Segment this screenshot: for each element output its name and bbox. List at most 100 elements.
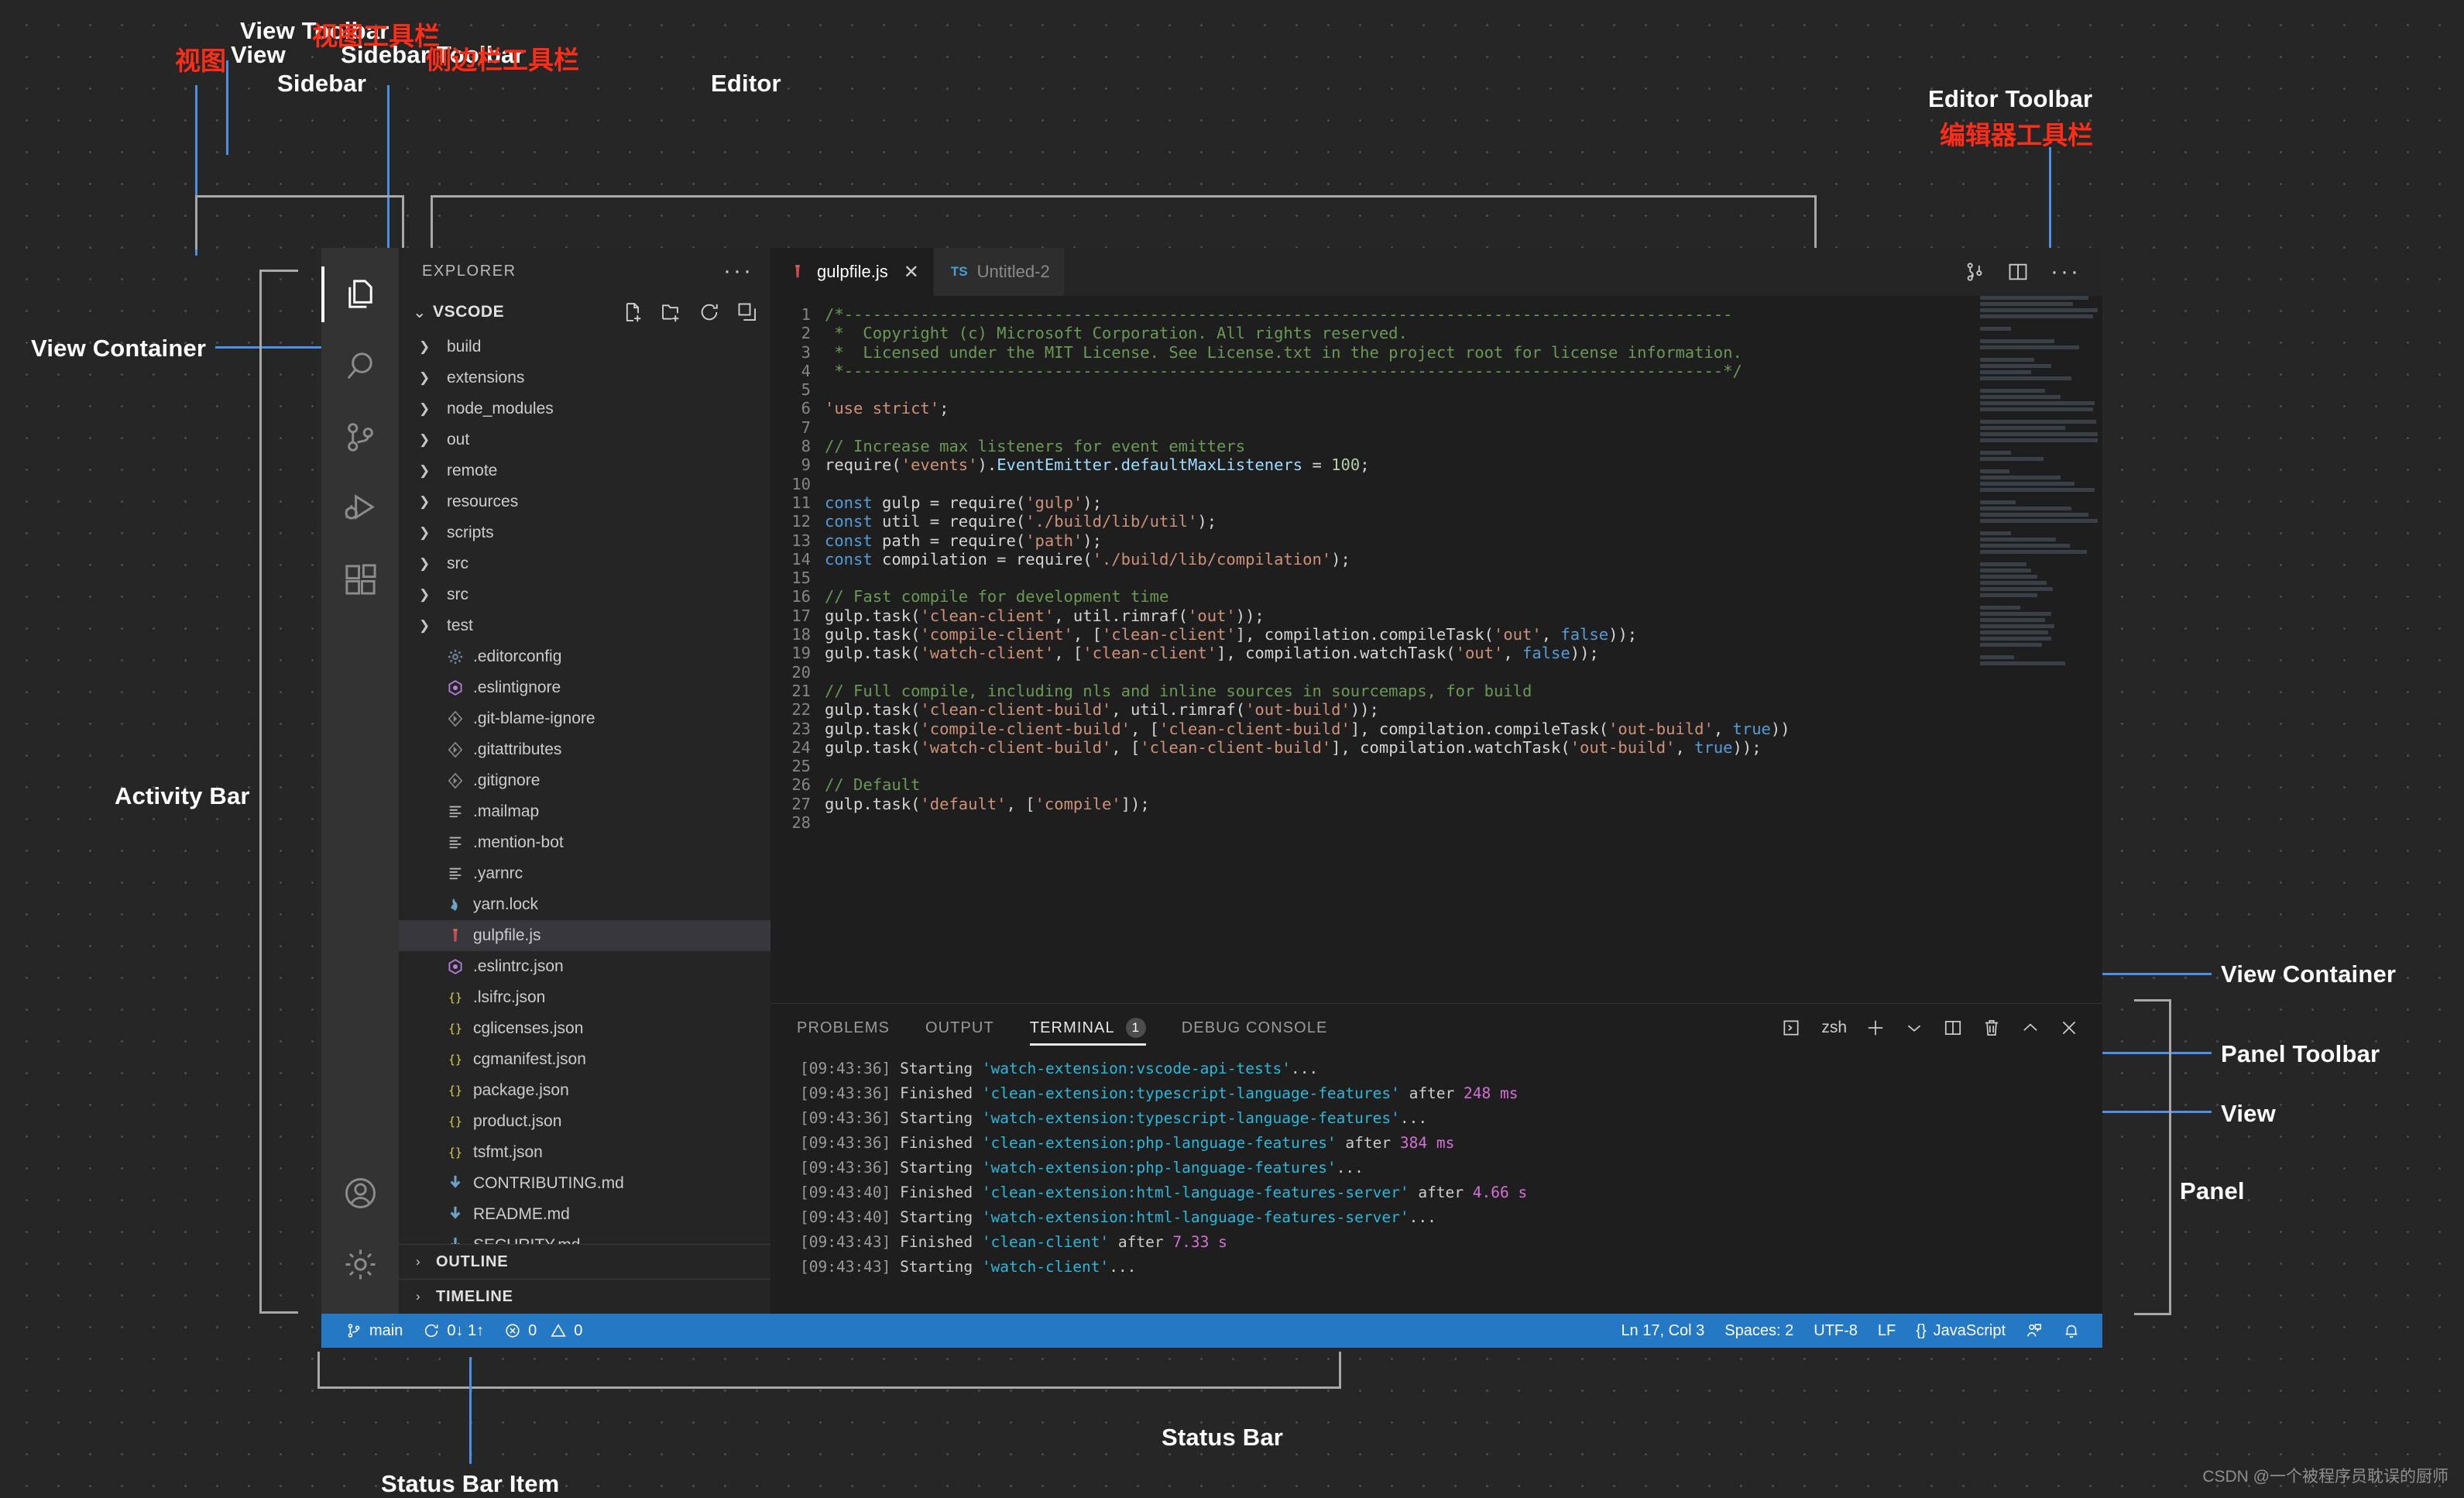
sidebar-section-outline[interactable]: › OUTLINE — [399, 1244, 770, 1279]
file-tree-item-label: .lsifrc.json — [473, 988, 546, 1006]
sidebar-item-search[interactable] — [321, 330, 399, 401]
explorer-section-header[interactable]: ⌄ VSCODE — [399, 294, 770, 330]
code-line: const compilation = require('./build/lib… — [825, 550, 1971, 569]
accounts-button[interactable] — [321, 1157, 399, 1228]
code-token: 'compile' — [1035, 794, 1121, 813]
leader-line-statusbar-item — [469, 1357, 472, 1464]
minimap-line — [1980, 432, 2098, 436]
status-bar-item-feedback[interactable] — [2016, 1314, 2053, 1348]
file-tree-item[interactable]: ❯ build — [399, 332, 770, 362]
file-tree-item[interactable]: ❯ remote — [399, 455, 770, 486]
status-bar-item-sync[interactable]: 0↓ 1↑ — [413, 1314, 494, 1348]
terminal-output[interactable]: [09:43:36] Starting 'watch-extension:vsc… — [770, 1052, 2102, 1314]
code-token: 'out-build' — [1608, 719, 1714, 738]
file-tree-item[interactable]: .mailmap — [399, 796, 770, 827]
terminal-icon[interactable] — [1781, 1018, 1801, 1038]
file-tree-item[interactable]: ❯ node_modules — [399, 393, 770, 424]
file-tree-item[interactable]: .eslintignore — [399, 672, 770, 703]
code-token: './build/lib/util' — [1025, 512, 1198, 531]
status-bar-item-cursor-position[interactable]: Ln 17, Col 3 — [1611, 1314, 1714, 1348]
more-actions-icon[interactable]: ··· — [2050, 260, 2081, 283]
file-tree-item[interactable]: ❯ src — [399, 548, 770, 579]
terminal-line: [09:43:36] Finished 'clean-extension:php… — [800, 1131, 2102, 1156]
minimap-line — [1980, 500, 2016, 504]
file-tree[interactable]: ❯ build ❯ extensions ❯ node_modules ❯ out ❯ remot… — [399, 330, 770, 1244]
file-tree-item[interactable]: .gitignore — [399, 765, 770, 796]
file-tree-item[interactable]: ❯ scripts — [399, 517, 770, 548]
terminal-shell-label[interactable]: zsh — [1821, 1019, 1847, 1037]
bracket-activitybar-top — [259, 270, 298, 272]
sidebar-item-run-and-debug[interactable] — [321, 472, 399, 544]
code-token: ], compilation.compileTask( — [1235, 625, 1494, 644]
status-bar-item-problems[interactable]: 0 0 — [494, 1314, 592, 1348]
minimap[interactable] — [1971, 296, 2102, 1003]
new-file-icon[interactable] — [623, 301, 644, 323]
code-line: // Fast compile for development time — [825, 587, 1971, 606]
status-bar-item-notifications[interactable] — [2053, 1314, 2090, 1348]
tab-output[interactable]: OUTPUT — [925, 1004, 994, 1052]
file-tree-item[interactable]: ❯ out — [399, 424, 770, 455]
minimap-line — [1980, 544, 2070, 548]
file-tree-item[interactable]: {} cglicenses.json — [399, 1013, 770, 1044]
chevron-down-icon[interactable] — [1904, 1018, 1924, 1038]
file-tree-item[interactable]: {} tsfmt.json — [399, 1137, 770, 1168]
sidebar-item-extensions[interactable] — [321, 544, 399, 615]
tab-gulpfile-js[interactable]: gulpfile.js ✕ — [770, 248, 934, 296]
status-bar-item-language-mode[interactable]: {} JavaScript — [1906, 1314, 2016, 1348]
file-tree-item[interactable]: .git-blame-ignore — [399, 703, 770, 734]
source-code[interactable]: /*--------------------------------------… — [825, 305, 1971, 1003]
file-tree-item[interactable]: yarn.lock — [399, 889, 770, 920]
file-tree-item[interactable]: CONTRIBUTING.md — [399, 1168, 770, 1199]
tab-untitled-2[interactable]: TS Untitled-2 — [933, 248, 1065, 296]
file-tree-item[interactable]: .eslintrc.json — [399, 951, 770, 982]
file-tree-item[interactable]: ❯ extensions — [399, 362, 770, 393]
status-bar-item-branch[interactable]: main — [335, 1314, 413, 1348]
file-tree-item[interactable]: README.md — [399, 1199, 770, 1230]
file-tree-item[interactable]: .yarnrc — [399, 858, 770, 889]
sidebar-section-timeline[interactable]: › TIMELINE — [399, 1279, 770, 1314]
file-tree-item[interactable]: {} cgmanifest.json — [399, 1044, 770, 1075]
status-bar-item-eol[interactable]: LF — [1868, 1314, 1906, 1348]
code-token: 'clean-client' — [920, 606, 1055, 625]
sidebar-item-source-control[interactable] — [321, 401, 399, 472]
file-tree-item[interactable]: ❯ src — [399, 579, 770, 610]
split-terminal-icon[interactable] — [1943, 1018, 1963, 1038]
minimap-line — [1980, 302, 2073, 306]
file-tree-item[interactable]: .mention-bot — [399, 827, 770, 858]
close-panel-icon[interactable] — [2059, 1018, 2079, 1038]
split-editor-icon[interactable] — [2007, 261, 2029, 283]
status-bar-item-indentation[interactable]: Spaces: 2 — [1714, 1314, 1803, 1348]
refresh-icon[interactable] — [698, 301, 720, 323]
file-tree-item[interactable]: ❯ test — [399, 610, 770, 641]
run-split-icon[interactable] — [1964, 261, 1985, 283]
tab-problems[interactable]: PROBLEMS — [797, 1004, 890, 1052]
terminal-count-badge: 1 — [1125, 1018, 1146, 1038]
terminal-tail: ... — [1399, 1109, 1428, 1127]
json-icon: {} — [442, 1113, 468, 1130]
code-editor[interactable]: 1 2 3 4 5 6 7 8 9 10 11 12 13 14 15 16 17 18 19 20 21 22 23 24 2… — [770, 296, 1971, 1003]
file-tree-item[interactable]: .gitattributes — [399, 734, 770, 765]
status-bar-item-encoding[interactable]: UTF-8 — [1803, 1314, 1868, 1348]
manage-settings-button[interactable] — [321, 1228, 399, 1300]
file-tree-item[interactable]: {} package.json — [399, 1075, 770, 1106]
line-number: 18 — [791, 625, 811, 644]
sidebar-item-explorer[interactable] — [321, 259, 399, 330]
minimap-line — [1980, 345, 2079, 349]
file-tree-item[interactable]: gulpfile.js — [399, 920, 770, 951]
file-tree-item[interactable]: SECURITY.md — [399, 1230, 770, 1244]
trash-icon[interactable] — [1982, 1018, 2002, 1038]
new-folder-icon[interactable] — [661, 301, 682, 323]
file-tree-item[interactable]: {} product.json — [399, 1106, 770, 1137]
tab-terminal[interactable]: TERMINAL 1 — [1029, 1004, 1146, 1052]
maximize-panel-icon[interactable] — [2020, 1018, 2040, 1038]
file-tree-item[interactable]: .editorconfig — [399, 641, 770, 672]
add-terminal-icon[interactable] — [1865, 1018, 1886, 1038]
views-and-more-actions-icon[interactable]: ··· — [723, 259, 753, 283]
tab-debug-console[interactable]: DEBUG CONSOLE — [1182, 1004, 1328, 1052]
close-icon[interactable]: ✕ — [904, 261, 919, 283]
file-tree-item[interactable]: ❯ resources — [399, 486, 770, 517]
code-token: , — [1713, 719, 1733, 738]
collapse-all-icon[interactable] — [736, 301, 758, 323]
file-tree-item[interactable]: {} .lsifrc.json — [399, 982, 770, 1013]
